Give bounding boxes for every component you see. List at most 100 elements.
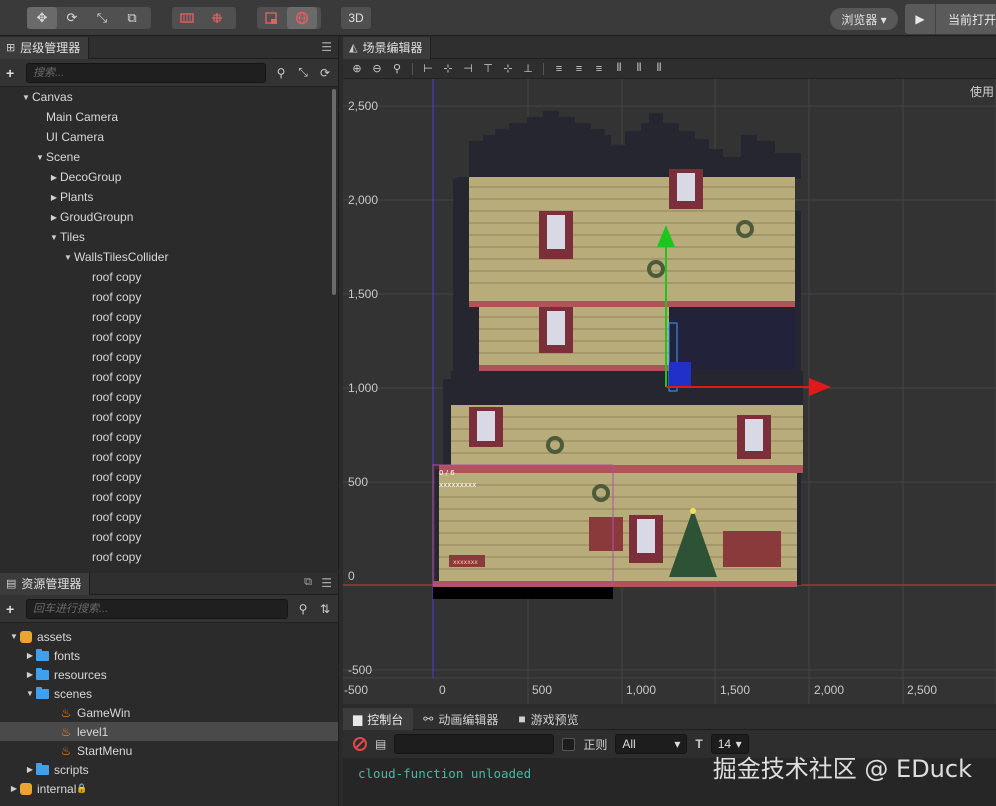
hierarchy-node[interactable]: Main Camera bbox=[0, 107, 338, 127]
align-top-icon[interactable]: ⊤ bbox=[480, 62, 496, 75]
add-asset-icon[interactable]: + bbox=[6, 601, 18, 617]
hierarchy-node[interactable]: roof copy bbox=[0, 427, 338, 447]
assets-menu-icon[interactable]: ☰ bbox=[321, 576, 332, 590]
zoom-in-icon[interactable]: ⊕ bbox=[349, 62, 365, 75]
distribute-right-icon[interactable]: ⦀ bbox=[651, 62, 667, 75]
asset-item[interactable]: ♨ GameWin bbox=[0, 703, 338, 722]
collapse-icon[interactable]: ⤡ bbox=[296, 65, 310, 80]
hierarchy-node[interactable]: roof copy bbox=[0, 347, 338, 367]
align-right-icon[interactable]: ⊣ bbox=[460, 62, 476, 75]
assets-search-input[interactable] bbox=[26, 598, 288, 619]
collapse-arrow-icon[interactable]: ▶ bbox=[8, 784, 20, 793]
move-tool-icon[interactable]: ✥ bbox=[27, 7, 57, 29]
hierarchy-node[interactable]: ▼ WallsTilesCollider bbox=[0, 247, 338, 267]
hierarchy-node[interactable]: roof copy bbox=[0, 327, 338, 347]
hierarchy-node[interactable]: roof copy bbox=[0, 467, 338, 487]
expand-arrow-icon[interactable]: ▼ bbox=[34, 153, 46, 162]
hierarchy-scrollbar[interactable] bbox=[332, 89, 336, 295]
asset-item[interactable]: ▼ assets bbox=[0, 627, 338, 646]
asset-item[interactable]: ▼ scenes bbox=[0, 684, 338, 703]
hierarchy-node[interactable]: ▶ DecoGroup bbox=[0, 167, 338, 187]
log-level-select[interactable]: All ▾ bbox=[615, 734, 688, 754]
asset-item[interactable]: ▶ scripts bbox=[0, 760, 338, 779]
hierarchy-node[interactable]: ▼ Tiles bbox=[0, 227, 338, 247]
play-icon[interactable]: ▶ bbox=[905, 4, 936, 34]
refresh-icon[interactable]: ⟳ bbox=[318, 66, 332, 80]
browser-select-button[interactable]: 浏览器 ▾ bbox=[830, 8, 898, 30]
play-target-label[interactable]: 当前打开 bbox=[936, 11, 996, 28]
hierarchy-node[interactable]: ▶ GroudGroupn bbox=[0, 207, 338, 227]
hierarchy-node[interactable]: roof copy bbox=[0, 407, 338, 427]
rotate-tool-icon[interactable]: ⟳ bbox=[57, 7, 87, 29]
align-left-icon[interactable]: ⊢ bbox=[420, 62, 436, 75]
pivot-center-icon[interactable] bbox=[202, 7, 232, 29]
assets-copy-icon[interactable]: ⧉ bbox=[304, 576, 312, 589]
rect-tool-icon[interactable]: ⧉ bbox=[117, 7, 147, 29]
hierarchy-node[interactable]: roof copy bbox=[0, 547, 338, 567]
collapse-arrow-icon[interactable]: ▶ bbox=[24, 651, 36, 660]
collapse-arrow-icon[interactable]: ▶ bbox=[48, 173, 60, 182]
hierarchy-node[interactable]: roof copy bbox=[0, 387, 338, 407]
expand-arrow-icon[interactable]: ▼ bbox=[48, 233, 60, 242]
add-node-icon[interactable]: + bbox=[6, 65, 18, 81]
distribute-vcenter-icon[interactable]: ≡ bbox=[571, 63, 587, 75]
expand-arrow-icon[interactable]: ▼ bbox=[62, 253, 74, 262]
distribute-top-icon[interactable]: ≡ bbox=[551, 63, 567, 75]
collapse-arrow-icon[interactable]: ▶ bbox=[24, 670, 36, 679]
hierarchy-node[interactable]: roof copy bbox=[0, 527, 338, 547]
sort-icon[interactable]: ⇅ bbox=[318, 602, 332, 616]
search-icon[interactable]: ⚲ bbox=[296, 602, 310, 616]
assets-tab[interactable]: ▤ 资源管理器 bbox=[0, 572, 91, 595]
hierarchy-node[interactable]: roof copy bbox=[0, 307, 338, 327]
toggle-3d-button[interactable]: 3D bbox=[341, 7, 371, 29]
tab-console[interactable]: ▆ 控制台 bbox=[343, 708, 414, 730]
hierarchy-node[interactable]: ▼ Canvas bbox=[0, 87, 338, 107]
expand-arrow-icon[interactable]: ▼ bbox=[8, 632, 20, 641]
clear-log-icon[interactable] bbox=[353, 737, 367, 751]
expand-arrow-icon[interactable]: ▼ bbox=[20, 93, 32, 102]
zoom-out-icon[interactable]: ⊖ bbox=[369, 62, 385, 75]
search-icon[interactable]: ⚲ bbox=[274, 66, 288, 80]
hierarchy-tab[interactable]: ⊞ 层级管理器 bbox=[0, 36, 90, 59]
hierarchy-node[interactable]: roof copy bbox=[0, 267, 338, 287]
align-vcenter-icon[interactable]: ⊹ bbox=[500, 62, 516, 75]
asset-item[interactable]: ♨ StartMenu bbox=[0, 741, 338, 760]
open-log-file-icon[interactable]: ▤ bbox=[375, 737, 386, 751]
collapse-arrow-icon[interactable]: ▶ bbox=[48, 193, 60, 202]
tab-animation[interactable]: ⚯ 动画编辑器 bbox=[413, 708, 508, 730]
snap-globe-icon[interactable] bbox=[287, 7, 317, 29]
gizmo-center-handle[interactable] bbox=[669, 362, 691, 386]
zoom-reset-icon[interactable]: ⚲ bbox=[389, 62, 405, 75]
asset-item[interactable]: ▶ fonts bbox=[0, 646, 338, 665]
scene-viewport[interactable]: 使用 0 / 6 xxxxxxxxx xxxxxxx 2,500 2,000 1… bbox=[343, 79, 996, 704]
hierarchy-node[interactable]: ▼ Scene bbox=[0, 147, 338, 167]
pivot-local-icon[interactable] bbox=[172, 7, 202, 29]
distribute-hcenter-icon[interactable]: ⦀ bbox=[631, 62, 647, 75]
distribute-left-icon[interactable]: ⦀ bbox=[611, 62, 627, 75]
hierarchy-node[interactable]: roof copy bbox=[0, 447, 338, 467]
regex-checkbox[interactable] bbox=[562, 737, 576, 751]
hierarchy-node[interactable]: roof copy bbox=[0, 287, 338, 307]
hierarchy-node[interactable]: roof copy bbox=[0, 487, 338, 507]
asset-item[interactable]: ▶ resources bbox=[0, 665, 338, 684]
gizmo-x-arrow[interactable] bbox=[809, 378, 831, 396]
tab-game-preview[interactable]: ■ 游戏预览 bbox=[508, 708, 588, 730]
hierarchy-node[interactable]: UI Camera bbox=[0, 127, 338, 147]
snap-grid-icon[interactable] bbox=[257, 7, 287, 29]
hierarchy-menu-icon[interactable]: ☰ bbox=[321, 40, 332, 54]
hierarchy-node[interactable]: ▶ Plants bbox=[0, 187, 338, 207]
align-hcenter-icon[interactable]: ⊹ bbox=[440, 62, 456, 75]
log-filter-input[interactable] bbox=[394, 734, 555, 754]
scale-tool-icon[interactable]: ⤡ bbox=[87, 7, 117, 29]
asset-item[interactable]: ▶ internal 🔒 bbox=[0, 779, 338, 798]
scene-tab[interactable]: ◭ 场景编辑器 bbox=[343, 36, 432, 59]
distribute-bottom-icon[interactable]: ≡ bbox=[591, 63, 607, 75]
expand-arrow-icon[interactable]: ▼ bbox=[24, 689, 36, 698]
collapse-arrow-icon[interactable]: ▶ bbox=[24, 765, 36, 774]
align-bottom-icon[interactable]: ⊥ bbox=[520, 62, 536, 75]
asset-item[interactable]: ♨ level1 bbox=[0, 722, 338, 741]
collapse-arrow-icon[interactable]: ▶ bbox=[48, 213, 60, 222]
hierarchy-node[interactable]: roof copy bbox=[0, 367, 338, 387]
hierarchy-search-input[interactable] bbox=[26, 62, 266, 83]
hierarchy-node[interactable]: roof copy bbox=[0, 507, 338, 527]
